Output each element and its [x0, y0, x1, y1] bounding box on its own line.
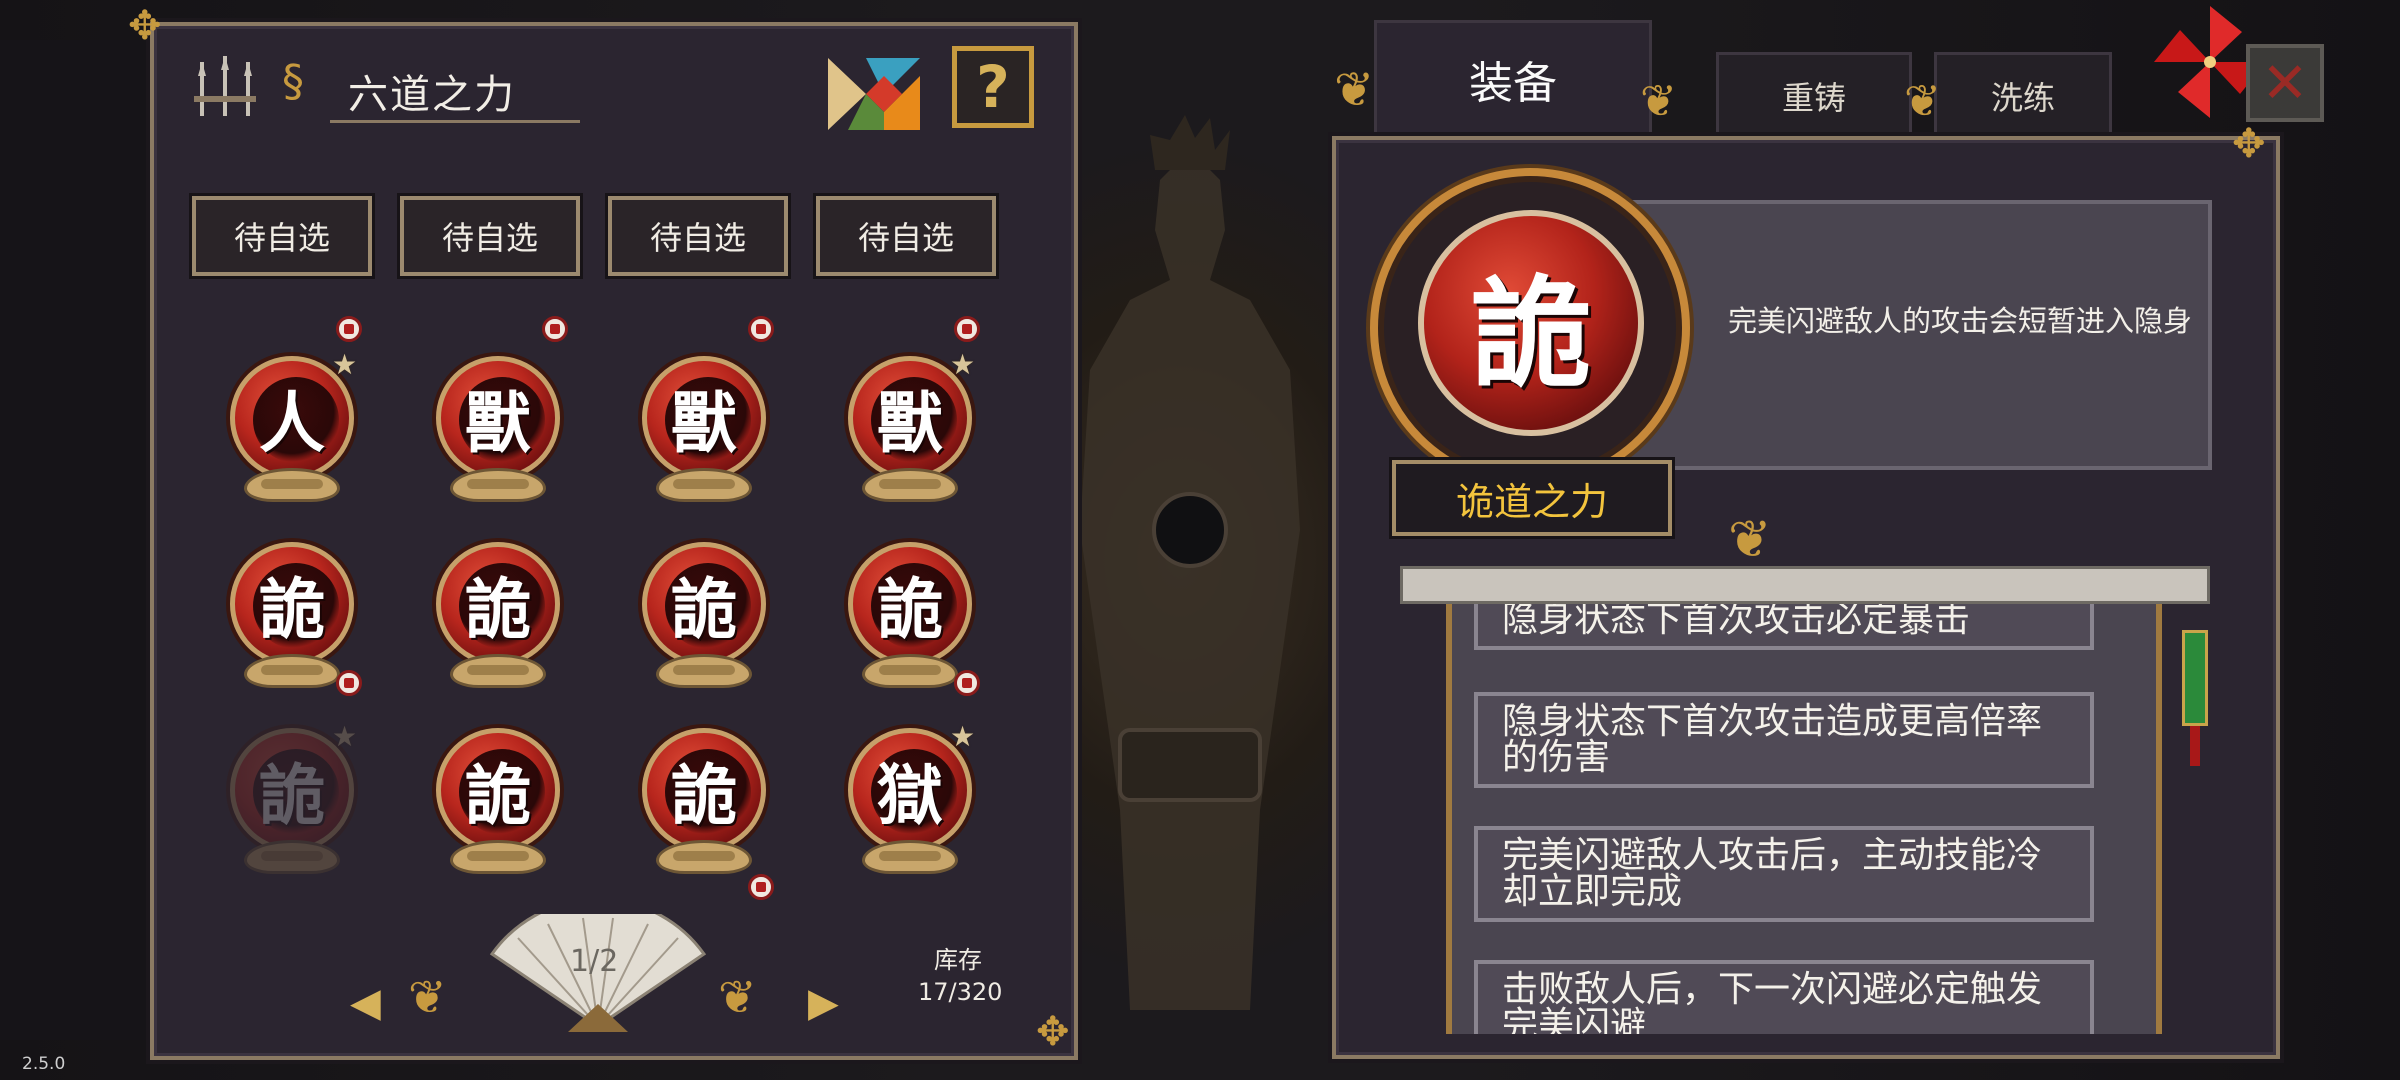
corner-ornament: ✥	[1036, 1009, 1070, 1055]
six-paths-panel	[150, 22, 1078, 1060]
scroll-top-bar	[1400, 566, 2210, 604]
new-badge-icon	[748, 874, 774, 900]
orb-glyph: 獸	[671, 385, 737, 462]
tangram-icon[interactable]	[826, 56, 922, 132]
panel-title: 六道之力	[348, 72, 516, 118]
background-wall	[0, 40, 152, 1040]
new-badge-icon	[954, 316, 980, 342]
power-orb[interactable]: 詭	[840, 542, 980, 702]
version-label: 2.5.0	[22, 1054, 66, 1074]
slot-2[interactable]: 待自选	[400, 196, 580, 276]
tab-equip[interactable]: 装备	[1374, 20, 1652, 135]
scroll-ornament: ❦	[1728, 510, 1772, 570]
selected-orb: 詭	[1418, 210, 1644, 436]
power-orb[interactable]: 獸 ★	[840, 316, 980, 516]
orb-glyph: 詭	[877, 571, 943, 648]
corner-ornament: ✥	[2232, 121, 2266, 167]
stock-count: 17/320	[918, 978, 1003, 1006]
cloud-ornament: ❦	[1640, 76, 1677, 127]
orb-glyph: 獸	[465, 385, 531, 462]
selected-orb-glyph: 詭	[1471, 265, 1591, 404]
title-underline	[330, 120, 580, 123]
effect-item-3: 完美闪避敌人攻击后，主动技能冷却立即完成	[1474, 826, 2094, 922]
orb-glyph: 詭	[671, 757, 737, 834]
orb-glyph: 詭	[671, 571, 737, 648]
stock-label: 库存	[934, 946, 982, 974]
power-orb[interactable]: 詭	[428, 542, 568, 702]
star-icon: ★	[950, 348, 976, 381]
prev-page-arrow[interactable]: ◀	[350, 980, 381, 1026]
power-orb[interactable]: 人 ★	[222, 316, 362, 516]
new-badge-icon	[336, 670, 362, 696]
new-badge-icon	[336, 316, 362, 342]
help-button[interactable]: ?	[952, 46, 1034, 128]
close-button[interactable]: ✕	[2246, 44, 2324, 122]
effect-item-4: 击败敌人后，下一次闪避必定触发完美闪避	[1474, 960, 2094, 1034]
cloud-ornament: ❦	[1904, 76, 1941, 127]
new-badge-icon	[954, 670, 980, 696]
scroll-tassel	[2182, 630, 2208, 726]
scroll-tassel-string	[2190, 726, 2200, 766]
page-indicator: 1/2	[570, 944, 619, 979]
orb-glyph: 詭	[259, 571, 325, 648]
next-page-arrow[interactable]: ▶	[808, 980, 839, 1026]
power-orb[interactable]: 詭	[428, 728, 568, 888]
tab-refine[interactable]: 洗练	[1934, 52, 2112, 137]
slot-1[interactable]: 待自选	[192, 196, 372, 276]
slot-4[interactable]: 待自选	[816, 196, 996, 276]
trident-icon	[194, 56, 256, 116]
orb-glyph: 詭	[465, 757, 531, 834]
statue-figure	[1080, 115, 1300, 1010]
orb-glyph: 詭	[465, 571, 531, 648]
cloud-ornament: ❦	[1334, 62, 1375, 118]
power-orb[interactable]: 獸	[634, 316, 774, 516]
swirl-ornament: §	[282, 56, 304, 107]
new-badge-icon	[542, 316, 568, 342]
power-description: 完美闪避敌人的攻击会短暂进入隐身	[1727, 304, 2192, 338]
star-icon: ★	[332, 720, 358, 753]
effect-item-1: 隐身状态下首次攻击必定暴击	[1474, 604, 2094, 650]
power-name: 诡道之力	[1392, 460, 1672, 536]
power-orb[interactable]: 詭	[634, 542, 774, 702]
new-badge-icon	[748, 316, 774, 342]
cloud-ornament: ❦	[408, 970, 447, 1024]
power-orb[interactable]: 詭 ★	[222, 720, 362, 888]
slot-3[interactable]: 待自选	[608, 196, 788, 276]
corner-ornament: ✥	[128, 3, 162, 49]
effects-list[interactable]: 隐身状态下首次攻击必定暴击 隐身状态下首次攻击造成更高倍率的伤害 完美闪避敌人攻…	[1446, 604, 2162, 1034]
star-icon: ★	[332, 348, 358, 381]
tab-reforge[interactable]: 重铸	[1716, 52, 1912, 137]
effect-item-2: 隐身状态下首次攻击造成更高倍率的伤害	[1474, 692, 2094, 788]
power-orb[interactable]: 獸	[428, 316, 568, 516]
cloud-ornament: ❦	[718, 970, 757, 1024]
power-orb[interactable]: 詭	[634, 728, 774, 900]
power-orb[interactable]: 詭	[222, 542, 362, 702]
star-icon: ★	[950, 720, 976, 753]
power-orb[interactable]: 獄 ★	[840, 720, 980, 888]
